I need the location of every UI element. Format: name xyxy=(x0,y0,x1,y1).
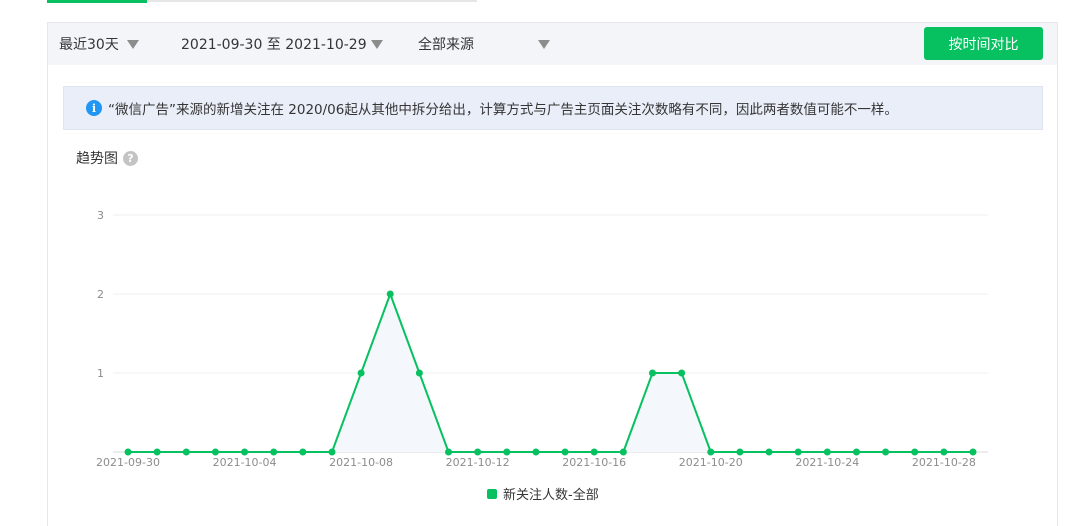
data-point xyxy=(532,448,540,456)
data-point xyxy=(736,448,744,456)
data-point xyxy=(852,448,860,456)
y-tick-label: 3 xyxy=(97,209,104,222)
legend-swatch xyxy=(487,488,497,499)
data-point xyxy=(707,448,715,456)
y-tick-label: 1 xyxy=(97,367,104,380)
data-point xyxy=(882,448,890,456)
x-tick-label: 2021-10-08 xyxy=(329,456,393,469)
legend-label: 新关注人数-全部 xyxy=(503,488,599,503)
data-point xyxy=(969,448,977,456)
data-point xyxy=(911,448,919,456)
data-point xyxy=(794,448,802,456)
data-point xyxy=(678,369,686,377)
x-tick-label: 2021-10-04 xyxy=(213,456,277,469)
data-point xyxy=(445,448,453,456)
data-point xyxy=(328,448,336,456)
chart-legend[interactable]: 新关注人数-全部 xyxy=(487,484,599,503)
data-point xyxy=(124,448,132,456)
data-point xyxy=(561,448,569,456)
data-point xyxy=(765,448,773,456)
trend-chart: 1 2 3 2021-09-30 2021-10-04 2021-10-08 2021-10… xyxy=(96,209,988,469)
data-point xyxy=(474,448,482,456)
data-point xyxy=(211,448,219,456)
data-point xyxy=(241,448,249,456)
data-point xyxy=(823,448,831,456)
data-point xyxy=(940,448,948,456)
data-point xyxy=(299,448,307,456)
x-tick-label: 2021-09-30 xyxy=(96,456,160,469)
x-tick-label: 2021-10-20 xyxy=(679,456,743,469)
data-point xyxy=(182,448,190,456)
data-point xyxy=(357,369,365,377)
data-point xyxy=(386,290,394,298)
x-tick-label: 2021-10-16 xyxy=(562,456,626,469)
data-point xyxy=(503,448,511,456)
data-point xyxy=(619,448,627,456)
x-tick-label: 2021-10-24 xyxy=(795,456,859,469)
x-tick-label: 2021-10-12 xyxy=(446,456,510,469)
data-point xyxy=(415,369,423,377)
data-point xyxy=(153,448,161,456)
x-tick-label: 2021-10-28 xyxy=(912,456,976,469)
y-tick-label: 2 xyxy=(97,288,104,301)
data-point xyxy=(590,448,598,456)
data-point xyxy=(648,369,656,377)
data-point xyxy=(270,448,278,456)
